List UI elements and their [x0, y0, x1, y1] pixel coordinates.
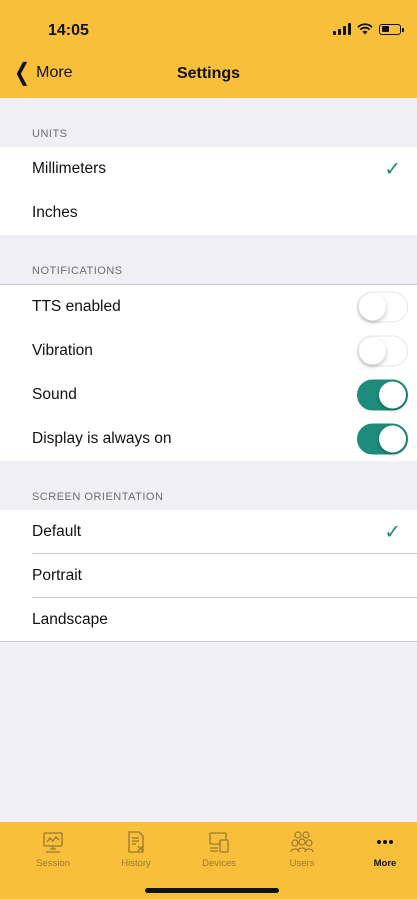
tab-label: More — [373, 858, 397, 869]
option-label: Millimeters — [32, 160, 107, 177]
tab-label: Devices — [202, 858, 236, 869]
option-millimeters[interactable]: Millimeters ✓ — [0, 147, 417, 191]
section-header-notifications: NOTIFICATIONS — [32, 265, 123, 277]
option-portrait[interactable]: Portrait — [0, 554, 417, 598]
setting-display-always-on: Display is always on — [0, 417, 417, 461]
option-default[interactable]: Default ✓ — [0, 510, 417, 554]
orientation-group: Default ✓ Portrait Landscape — [0, 510, 417, 642]
option-inches[interactable]: Inches — [0, 191, 417, 235]
sound-toggle[interactable] — [357, 379, 408, 411]
setting-tts-enabled: TTS enabled — [0, 285, 417, 329]
option-landscape[interactable]: Landscape — [0, 598, 417, 642]
option-label: Landscape — [32, 611, 108, 628]
notifications-group: TTS enabled Vibration Sound Display is a… — [0, 284, 417, 461]
setting-label: TTS enabled — [32, 298, 121, 315]
option-label: Default — [32, 523, 82, 540]
tab-label: History — [121, 858, 151, 869]
wifi-icon — [357, 23, 373, 35]
option-label: Portrait — [32, 567, 82, 584]
vibration-toggle[interactable] — [357, 335, 408, 367]
tab-more[interactable]: More — [345, 828, 417, 869]
setting-vibration: Vibration — [0, 329, 417, 373]
checkmark-icon: ✓ — [384, 158, 401, 181]
checkmark-icon: ✓ — [384, 521, 401, 544]
display-always-on-toggle[interactable] — [357, 423, 408, 455]
tab-label: Session — [36, 858, 70, 869]
tab-devices[interactable]: Devices — [179, 828, 259, 869]
setting-label: Sound — [32, 386, 77, 403]
status-time: 14:05 — [48, 22, 89, 39]
setting-label: Vibration — [32, 342, 93, 359]
monitor-icon — [43, 832, 63, 853]
battery-icon — [379, 23, 404, 35]
section-header-orientation: SCREEN ORIENTATION — [32, 491, 164, 503]
users-icon — [290, 831, 314, 853]
home-indicator — [145, 888, 279, 893]
section-header-units: UNITS — [32, 128, 68, 140]
tts-toggle[interactable] — [357, 291, 408, 323]
document-icon — [128, 831, 144, 853]
devices-icon — [209, 832, 229, 853]
tab-users[interactable]: Users — [262, 828, 342, 869]
cellular-signal-icon — [333, 23, 351, 35]
tab-session[interactable]: Session — [13, 828, 93, 869]
units-group: Millimeters ✓ Inches — [0, 147, 417, 235]
setting-sound: Sound — [0, 373, 417, 417]
tab-history[interactable]: History — [96, 828, 176, 869]
tab-label: Users — [289, 858, 315, 869]
status-icons — [333, 23, 404, 35]
setting-label: Display is always on — [32, 430, 172, 447]
page-title: Settings — [176, 65, 241, 82]
header-bar: 14:05 ❮ More Settings — [0, 0, 417, 98]
more-dots-icon — [377, 840, 393, 844]
option-label: Inches — [32, 204, 78, 221]
